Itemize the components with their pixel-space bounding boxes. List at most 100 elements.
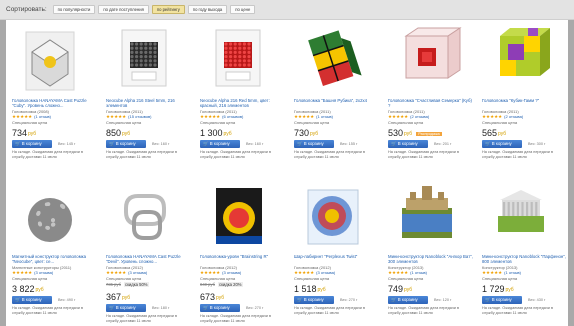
special-price-label: Специальная цена <box>200 120 236 125</box>
old-price: 840 руб скидка 20% <box>200 282 243 287</box>
cart-label: В корзину <box>303 297 324 302</box>
weight: Вес: 155 г <box>340 142 358 146</box>
price-value: 673 <box>200 292 216 302</box>
add-to-cart-button[interactable]: 🛒 В корзину <box>106 140 146 148</box>
cart-icon: 🛒 <box>15 141 21 146</box>
reviews-link[interactable]: (1 отзыв) <box>504 270 521 275</box>
product-grid: Головоломка HANAYAMA Cast Puzzle "Cuby".… <box>6 20 568 326</box>
shipping-info: На складе. Ожидаемая дата передачи в слу… <box>294 306 365 315</box>
price-value: 367 <box>106 292 122 302</box>
add-to-cart-button[interactable]: 🛒 В корзину <box>482 296 522 304</box>
reviews-link[interactable]: (2 отзыва) <box>504 114 523 119</box>
add-to-cart-button[interactable]: 🛒 В корзину <box>388 140 428 148</box>
product-image[interactable] <box>12 22 88 98</box>
reviews-link[interactable]: (15 отзывов) <box>128 114 151 119</box>
special-price-label: Специальная цена <box>294 276 330 281</box>
product-image[interactable] <box>388 178 464 254</box>
product-title[interactable]: Головоломка "Счастливая Семерка" (Куб) ? <box>388 98 474 108</box>
sort-option[interactable]: по цене <box>230 5 256 14</box>
shipping-info: На складе. Ожидаемая дата передачи в слу… <box>388 150 459 159</box>
price-value: 1 518 <box>294 284 317 294</box>
price: 734руб <box>12 128 36 138</box>
product-image[interactable] <box>482 178 558 254</box>
price: 673руб <box>200 292 224 302</box>
reviews-link[interactable]: (1 отзыв) <box>34 114 51 119</box>
discount-badge: скидка 20% <box>217 282 243 287</box>
cart-icon: 🛒 <box>485 297 491 302</box>
add-to-cart-button[interactable]: 🛒 В корзину <box>106 304 146 312</box>
shipping-info: На складе. Ожидаемая дата передачи в слу… <box>200 150 271 159</box>
add-to-cart-button[interactable]: 🛒 В корзину <box>388 296 428 304</box>
currency: руб <box>223 130 232 137</box>
special-price-label: Специальная цена <box>388 276 424 281</box>
product-title[interactable]: Мини-конструктор Nanoblock "Ангкор Ват",… <box>388 254 474 264</box>
sort-option[interactable]: по году выхода <box>187 5 228 14</box>
product-title[interactable]: Neocube Alpha 216 Steel 5mm, 216 элемент… <box>106 98 192 108</box>
price-value: 850 <box>106 128 122 138</box>
reviews-link[interactable]: (3 отзыва) <box>128 270 147 275</box>
currency: руб <box>122 294 131 301</box>
weight: Вес: 430 г <box>528 298 546 302</box>
weight: Вес: 270 г <box>246 306 264 310</box>
reviews-link[interactable]: (2 отзыва) <box>410 114 429 119</box>
weight: Вес: 201 г <box>434 142 452 146</box>
sort-option[interactable]: по рейтингу <box>151 5 185 14</box>
sort-option[interactable]: по дате поступления <box>98 5 149 14</box>
product-card: Головоломка "Кубик-Гамм ?" Головоломка (2… <box>476 20 566 168</box>
product-image[interactable] <box>200 178 276 254</box>
product-title[interactable]: Мини-конструктор Nanoblock "Парфенон", 8… <box>482 254 568 264</box>
reviews-link[interactable]: (3 отзыва) <box>316 270 335 275</box>
price-value: 734 <box>12 128 28 138</box>
cart-icon: 🛒 <box>297 141 303 146</box>
product-image[interactable] <box>482 22 558 98</box>
product-image[interactable] <box>106 178 182 254</box>
special-price-label: Специальная цена <box>106 276 142 281</box>
sort-options: по популярности по дате поступления по рей… <box>52 5 259 14</box>
product-title[interactable]: Головоломка "Башня Рубика", 2x2x4 <box>294 98 380 103</box>
price: 3 822руб <box>12 284 44 294</box>
reviews-link[interactable]: (1 отзыв) <box>316 114 333 119</box>
add-to-cart-button[interactable]: 🛒 В корзину <box>482 140 522 148</box>
currency: руб <box>498 130 507 137</box>
product-title[interactable]: Головоломка "Кубик-Гамм ?" <box>482 98 568 103</box>
product-image[interactable] <box>294 22 370 98</box>
product-card: Мини-конструктор Nanoblock "Парфенон", 8… <box>476 176 566 324</box>
add-to-cart-button[interactable]: 🛒 В корзину <box>12 296 52 304</box>
old-price-value: 840 руб <box>200 282 215 287</box>
cart-label: В корзину <box>209 305 230 310</box>
product-image[interactable] <box>12 178 88 254</box>
cart-label: В корзину <box>21 141 42 146</box>
shipping-info: На складе. Ожидаемая дата передачи в слу… <box>482 150 553 159</box>
product-image[interactable] <box>106 22 182 98</box>
product-image[interactable] <box>294 178 370 254</box>
add-to-cart-button[interactable]: 🛒 В корзину <box>294 140 334 148</box>
cart-label: В корзину <box>491 141 512 146</box>
product-title[interactable]: Магнитный конструктор головоломка "Neocu… <box>12 254 98 264</box>
add-to-cart-button[interactable]: 🛒 В корзину <box>294 296 334 304</box>
shipping-info: На складе. Ожидаемая дата передачи в слу… <box>294 150 365 159</box>
product-title[interactable]: Головоломка HANAYAMA Cast Puzzle "Devil"… <box>106 254 192 264</box>
weight: Вес: 270 г <box>340 298 358 302</box>
special-price-label: Специальная цена <box>482 120 518 125</box>
price: 1 729руб <box>482 284 514 294</box>
product-title[interactable]: Головоломка HANAYAMA Cast Puzzle "Cuby".… <box>12 98 98 108</box>
product-image[interactable] <box>200 22 276 98</box>
cart-label: В корзину <box>115 305 136 310</box>
cart-label: В корзину <box>397 297 418 302</box>
sort-option[interactable]: по популярности <box>52 5 96 14</box>
product-image[interactable] <box>388 22 464 98</box>
shipping-info: На складе. Ожидаемая дата передачи в слу… <box>388 306 459 315</box>
product-title[interactable]: Neocube Alpha 216 Red 5mm, цвет: красный… <box>200 98 286 108</box>
product-title[interactable]: Головоломка-уровн "Brainstring R" <box>200 254 286 259</box>
reviews-link[interactable]: (3 отзыва) <box>34 270 53 275</box>
add-to-cart-button[interactable]: 🛒 В корзину <box>200 304 240 312</box>
reviews-link[interactable]: (3 отзыва) <box>222 270 241 275</box>
reviews-link[interactable]: (6 отзывов) <box>222 114 243 119</box>
cart-icon: 🛒 <box>297 297 303 302</box>
add-to-cart-button[interactable]: 🛒 В корзину <box>200 140 240 148</box>
add-to-cart-button[interactable]: 🛒 В корзину <box>12 140 52 148</box>
reviews-link[interactable]: (1 отзыв) <box>410 270 427 275</box>
product-title[interactable]: Шар-лабиринт "Perplexus Twist" <box>294 254 380 259</box>
product-card: Головоломка-уровн "Brainstring R" Головол… <box>194 176 284 324</box>
cart-icon: 🛒 <box>391 297 397 302</box>
